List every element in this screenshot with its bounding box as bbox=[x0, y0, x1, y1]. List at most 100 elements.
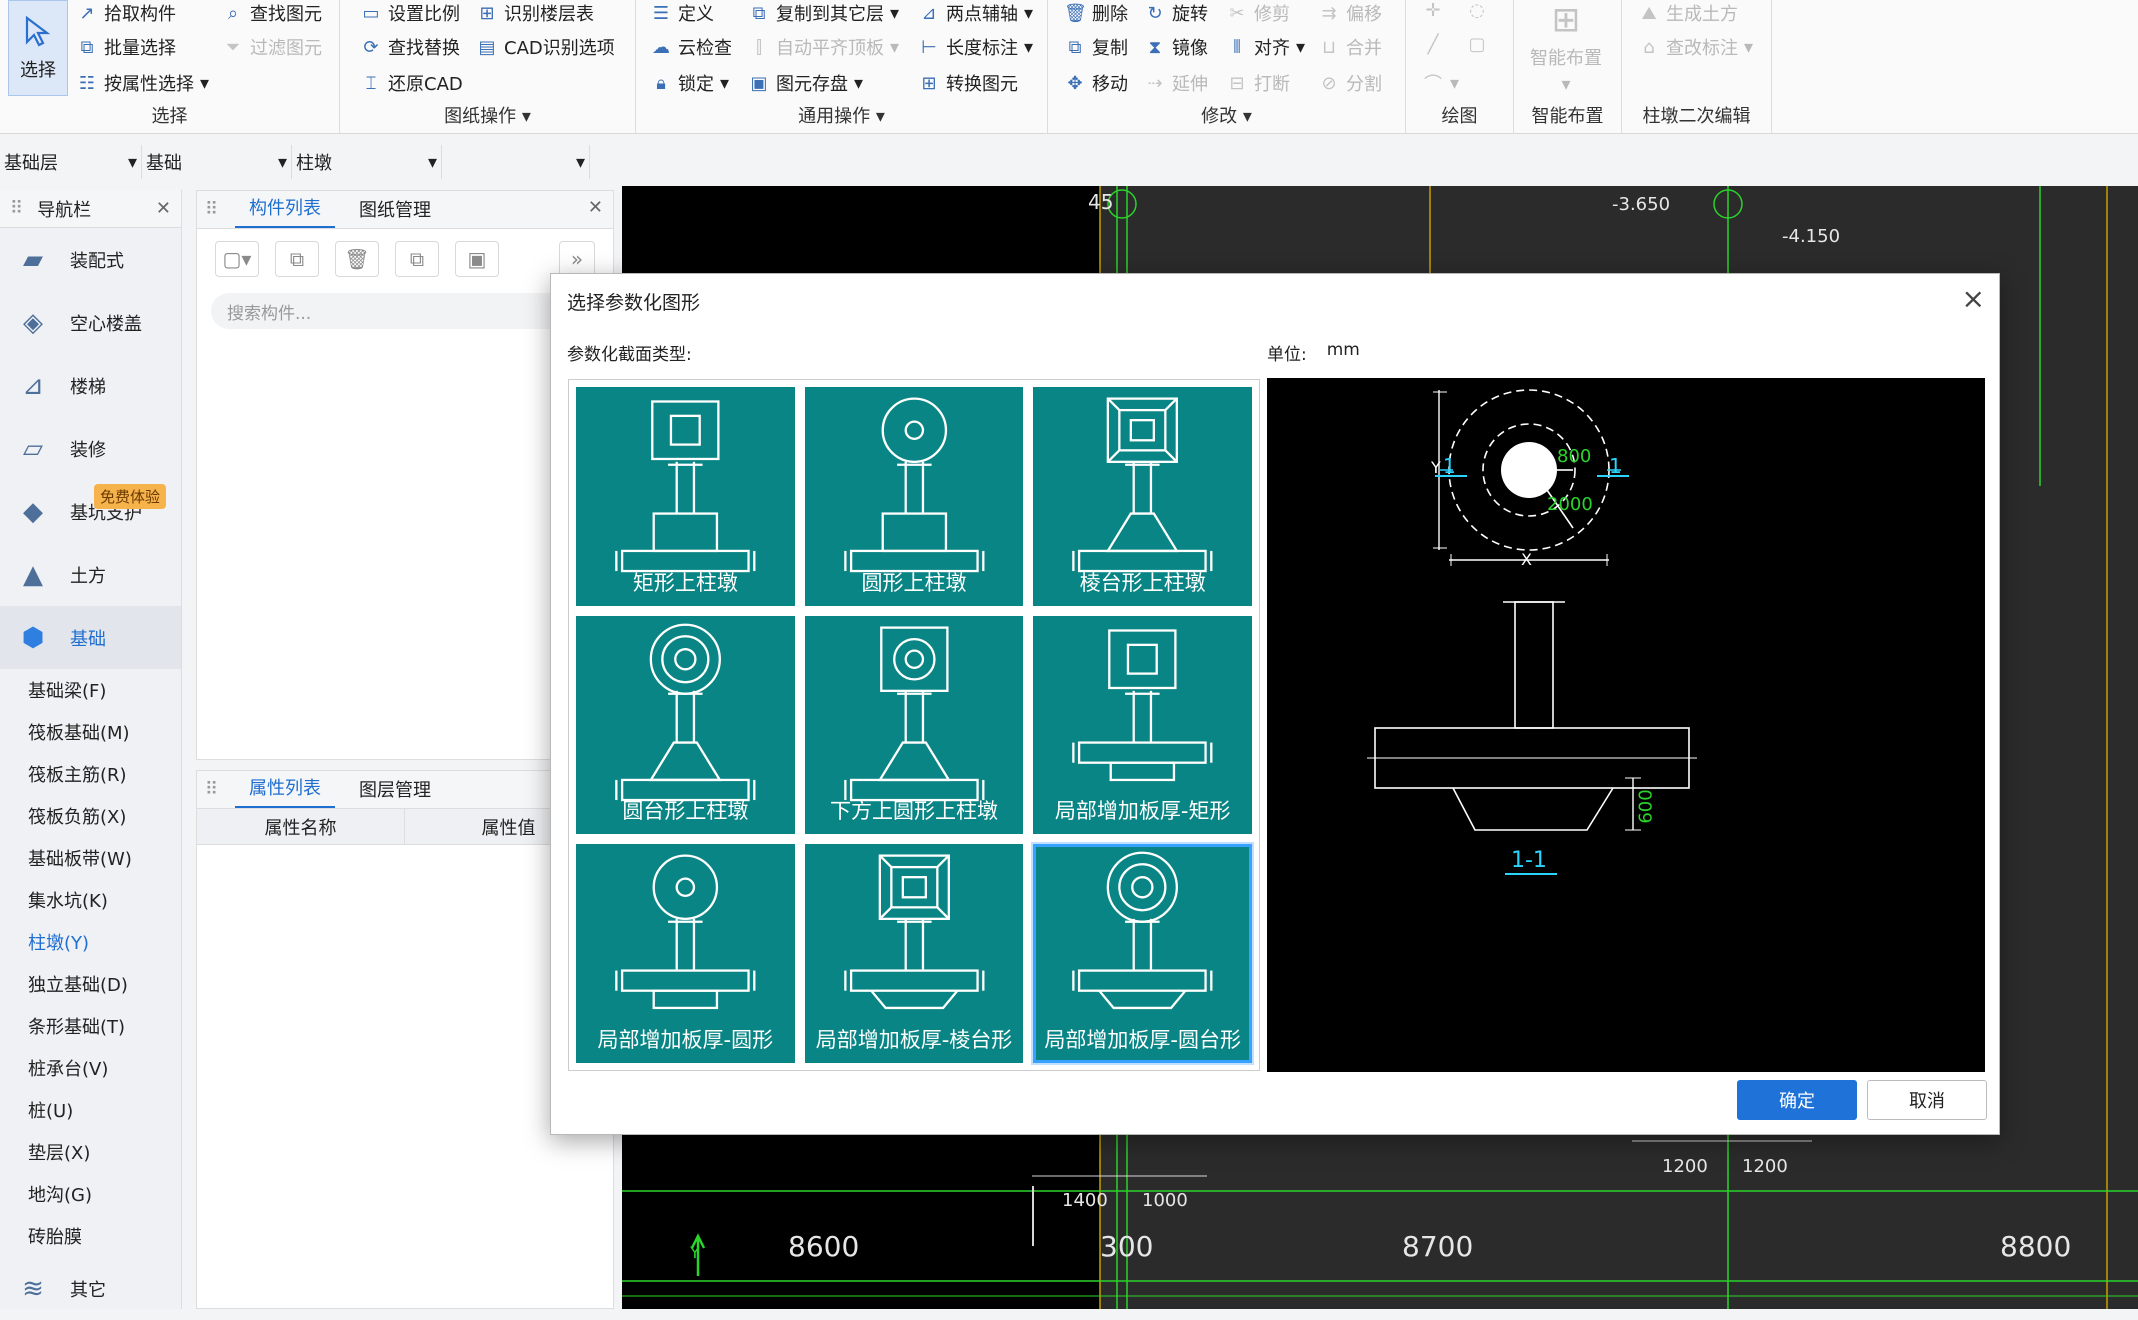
auto-align-top-button[interactable]: ⫿ 自动平齐顶板 ▾ bbox=[748, 34, 899, 60]
close-icon[interactable]: × bbox=[1962, 282, 1985, 315]
cloud-check-button[interactable]: ☁ 云检查 bbox=[650, 34, 732, 60]
nav-category-earthwork[interactable]: ▲ 土方 bbox=[0, 543, 181, 606]
find-element-button[interactable]: ⌕ 查找图元 bbox=[222, 0, 322, 26]
nav-category-stairs[interactable]: ⊿ 楼梯 bbox=[0, 354, 181, 417]
copy-component-icon[interactable]: ⧉ bbox=[275, 241, 319, 277]
more-icon[interactable]: » bbox=[559, 241, 595, 277]
nav-sub-item[interactable]: 地沟(G) bbox=[0, 1173, 181, 1215]
extend-button[interactable]: ⇢ 延伸 bbox=[1144, 70, 1208, 96]
new-component-icon[interactable]: ▢▾ bbox=[215, 241, 259, 277]
shape-tile[interactable]: 圆形上柱墩 bbox=[804, 387, 1024, 606]
general-ops-caption[interactable]: 通用操作 ▾ bbox=[636, 102, 1047, 128]
rect-tool-button[interactable]: ▢ bbox=[1466, 34, 1488, 55]
line-tool-button[interactable]: ╱ bbox=[1422, 34, 1444, 55]
smart-layout-button[interactable]: ⊞ 智能布置 ▾ bbox=[1530, 0, 1602, 95]
convert-element-button[interactable]: ⊞ 转换图元 bbox=[918, 70, 1018, 96]
nav-category-other[interactable]: ≋ 其它 bbox=[0, 1257, 181, 1320]
point-tool-button[interactable]: ✛ bbox=[1422, 0, 1444, 21]
copy-to-layer-button[interactable]: ⧉ 复制到其它层 ▾ bbox=[748, 0, 899, 26]
type-dropdown[interactable]: 柱墩 ▾ bbox=[292, 145, 442, 179]
attr-icon: ☷ bbox=[78, 72, 96, 94]
batch-select-button[interactable]: ⧉ 批量选择 bbox=[76, 34, 176, 60]
length-dim-button[interactable]: ⊢ 长度标注 ▾ bbox=[918, 34, 1033, 60]
set-scale-button[interactable]: ▭ 设置比例 bbox=[360, 0, 460, 26]
shape-tile[interactable]: 局部增加板厚-圆形 bbox=[576, 844, 795, 1063]
nav-sub-item[interactable]: 筏板主筋(R) bbox=[0, 753, 181, 795]
trim-button[interactable]: ✂ 修剪 bbox=[1226, 0, 1290, 26]
component-dropdown[interactable]: ▾ bbox=[442, 145, 590, 179]
select-button[interactable]: 选择 bbox=[8, 0, 68, 96]
lock-button[interactable]: 🔒︎ 锁定 ▾ bbox=[650, 70, 729, 96]
tab-property-list[interactable]: 属性列表 bbox=[235, 774, 335, 808]
shape-tile[interactable]: 下方上圆形上柱墩 bbox=[804, 615, 1024, 835]
mirror-button[interactable]: ⧗ 镜像 bbox=[1144, 34, 1208, 60]
nav-sub-item[interactable]: 筏板负筋(X) bbox=[0, 795, 181, 837]
floor-dropdown[interactable]: 基础层 ▾ bbox=[0, 145, 142, 179]
edit-label-button[interactable]: ⌂ 查改标注 ▾ bbox=[1638, 34, 1753, 60]
drag-handle-icon[interactable]: ⠿ bbox=[10, 198, 23, 219]
nav-sub-item[interactable]: 砖胎膜 bbox=[0, 1215, 181, 1257]
nav-sub-item[interactable]: 独立基础(D) bbox=[0, 963, 181, 1005]
define-button[interactable]: ☰ 定义 bbox=[650, 0, 714, 26]
drag-handle-icon[interactable]: ⠿ bbox=[205, 779, 218, 800]
nav-category-prefab[interactable]: ▰ 装配式 bbox=[0, 228, 181, 291]
cancel-button[interactable]: 取消 bbox=[1867, 1080, 1987, 1120]
nav-sub-item[interactable]: 垫层(X) bbox=[0, 1131, 181, 1173]
restore-cad-button[interactable]: ⌶ 还原CAD bbox=[360, 70, 463, 96]
circle-tool-button[interactable]: ◌ bbox=[1466, 0, 1488, 21]
shape-tile[interactable]: 圆台形上柱墩 bbox=[576, 615, 795, 835]
rotate-button[interactable]: ↻ 旋转 bbox=[1144, 0, 1208, 26]
copy-button[interactable]: ⧉ 复制 bbox=[1064, 34, 1128, 60]
shape-tile[interactable]: 局部增加板厚-棱台形 bbox=[804, 844, 1024, 1063]
drawing-ops-caption[interactable]: 图纸操作 ▾ bbox=[340, 102, 635, 128]
category-dropdown[interactable]: 基础 ▾ bbox=[142, 145, 292, 179]
tab-component-list[interactable]: 构件列表 bbox=[235, 194, 335, 228]
nav-sub-item[interactable]: 集水坑(K) bbox=[0, 879, 181, 921]
nav-sub-item[interactable]: 基础板带(W) bbox=[0, 837, 181, 879]
nav-sub-item[interactable]: 柱墩(Y) bbox=[0, 921, 181, 963]
align-button[interactable]: ⫴ 对齐 ▾ bbox=[1226, 34, 1305, 60]
nav-category-foundation[interactable]: ⬢ 基础 bbox=[0, 606, 181, 669]
offset-button[interactable]: ⇉ 偏移 bbox=[1318, 0, 1382, 26]
tab-drawing-management[interactable]: 图纸管理 bbox=[345, 196, 445, 228]
shape-tile[interactable]: 矩形上柱墩 bbox=[576, 387, 795, 606]
shape-tile[interactable]: 局部增加板厚-矩形 bbox=[1033, 615, 1252, 835]
nav-sub-item[interactable]: 桩承台(V) bbox=[0, 1047, 181, 1089]
nav-sub-item[interactable]: 条形基础(T) bbox=[0, 1005, 181, 1047]
recognize-floor-table-button[interactable]: ⊞ 识别楼层表 bbox=[476, 0, 594, 26]
shape-tile[interactable]: 局部增加板厚-圆台形 bbox=[1033, 844, 1252, 1063]
delete-component-icon[interactable]: 🗑︎ bbox=[335, 241, 379, 277]
move-button[interactable]: ✥ 移动 bbox=[1064, 70, 1128, 96]
split-button[interactable]: ⊘ 分割 bbox=[1318, 70, 1382, 96]
filter-element-button[interactable]: ⏷ 过滤图元 bbox=[222, 34, 322, 60]
delete-button[interactable]: 🗑︎ 删除 bbox=[1064, 0, 1128, 26]
move-icon: ✥ bbox=[1067, 72, 1083, 94]
drag-handle-icon[interactable]: ⠿ bbox=[205, 199, 218, 220]
elevation-label: -3.650 bbox=[1612, 194, 1671, 215]
close-icon[interactable]: ✕ bbox=[588, 197, 603, 218]
modify-caption[interactable]: 修改 ▾ bbox=[1048, 102, 1405, 128]
generate-earthwork-button[interactable]: ⛰︎ 生成土方 bbox=[1638, 0, 1738, 26]
nav-category-decoration[interactable]: ▱ 装修 bbox=[0, 417, 181, 480]
layer-copy-icon[interactable]: ▣ bbox=[455, 241, 499, 277]
nav-sub-item[interactable]: 筏板基础(M) bbox=[0, 711, 181, 753]
nav-sub-item[interactable]: 桩(U) bbox=[0, 1089, 181, 1131]
arc-tool-button[interactable]: ⌒ ▾ bbox=[1422, 70, 1459, 96]
cad-options-button[interactable]: ▤ CAD识别选项 bbox=[476, 34, 614, 60]
break-button[interactable]: ⊟ 打断 bbox=[1226, 70, 1290, 96]
duplicate-icon[interactable]: ⧉ bbox=[395, 241, 439, 277]
confirm-button[interactable]: 确定 bbox=[1737, 1080, 1857, 1120]
search-input[interactable]: 搜索构件... bbox=[211, 293, 599, 329]
nav-category-hollow-slab[interactable]: ◈ 空心楼盖 bbox=[0, 291, 181, 354]
save-element-button[interactable]: ▣ 图元存盘 ▾ bbox=[748, 70, 863, 96]
nav-sub-item[interactable]: 基础梁(F) bbox=[0, 669, 181, 711]
two-point-axis-button[interactable]: ⊿ 两点辅轴 ▾ bbox=[918, 0, 1033, 26]
close-icon[interactable]: ✕ bbox=[156, 198, 171, 219]
select-by-attr-button[interactable]: ☷ 按属性选择 ▾ bbox=[76, 70, 209, 96]
nav-category-excavation[interactable]: ◆ 基坑支护 免费体验 bbox=[0, 480, 181, 543]
merge-button[interactable]: ⊔ 合并 bbox=[1318, 34, 1382, 60]
pick-component-button[interactable]: ↗ 拾取构件 bbox=[76, 0, 176, 26]
tab-layer-management[interactable]: 图层管理 bbox=[345, 776, 445, 808]
shape-tile[interactable]: 棱台形上柱墩 bbox=[1033, 387, 1252, 606]
find-replace-button[interactable]: ⟳ 查找替换 bbox=[360, 34, 460, 60]
